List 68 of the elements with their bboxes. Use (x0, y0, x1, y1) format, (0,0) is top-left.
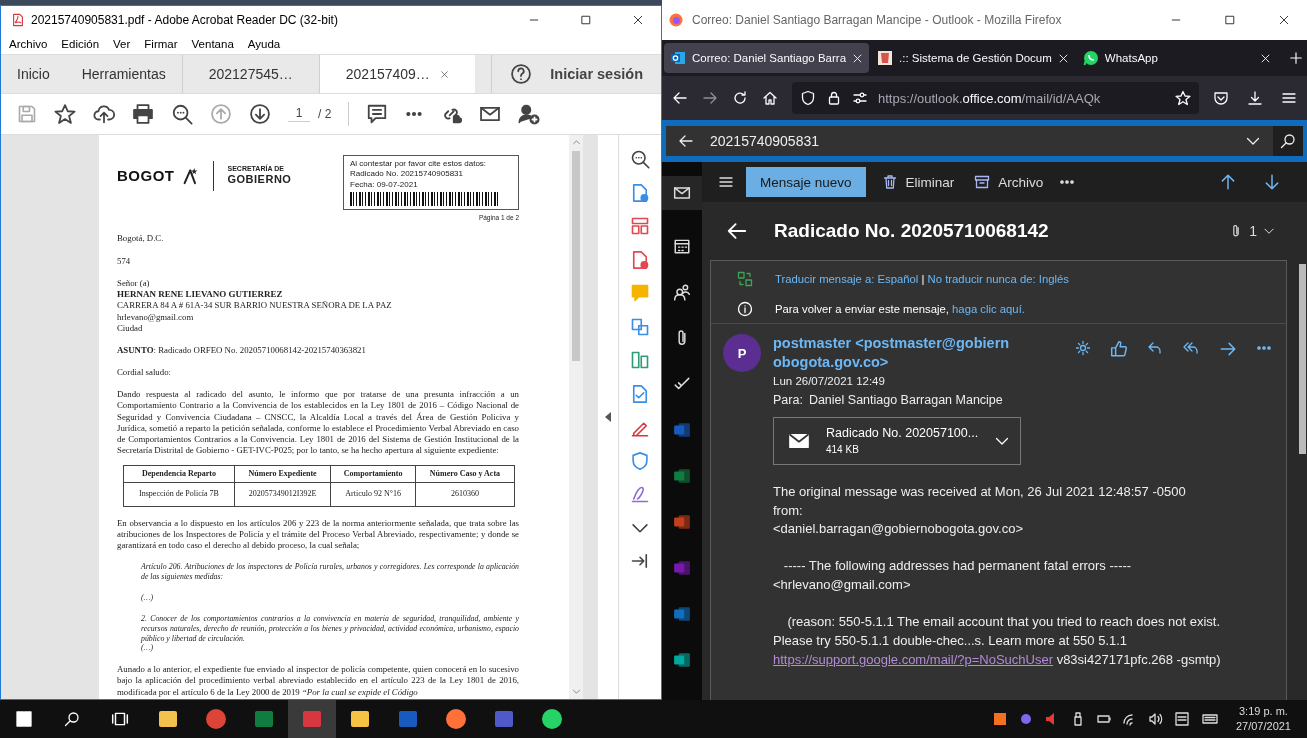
search-field[interactable]: 20215740905831 (666, 126, 1273, 156)
new-message-button[interactable]: Mensaje nuevo (746, 167, 866, 197)
stamp-line: Fecha: 09-07-2021 (350, 179, 419, 191)
paragraph: Señor (a) (117, 277, 151, 289)
attachments-button[interactable]: 1 (1229, 223, 1287, 239)
tab[interactable]: 202157409… (318, 55, 475, 93)
menu-item[interactable]: Edición (61, 38, 100, 50)
address-line: hrlevano@gmail.com (117, 311, 195, 323)
paragraph: ASUNTO: Radicado ORFEO No. 20205710068142-20215740363821 (117, 344, 367, 357)
table-header: Dependencia Reparto (123, 465, 235, 483)
message-subject: Radicado No. 20205710068142 (774, 220, 1050, 242)
delete-button[interactable]: Eliminar (877, 174, 959, 190)
resend-notice: Para volver a enviar este mensaje, haga clic aquí. (775, 303, 1025, 315)
menu-item[interactable]: Ver (113, 38, 131, 50)
stamp-line: Al contestar por favor cite estos datos: (350, 159, 488, 170)
window-title: Correo: Daniel Santiago Barragan Mancipe - Outlook - Mozilla Firefox (692, 13, 1063, 27)
table-header: Número Expediente (234, 465, 331, 483)
paragraph: Aunado a lo anterior, el expediente fue enviado al inspector de policía competente, quien conocerá en lo sucesivo bajo la aplicación del procedimiento verbal abreviado establecido en el artículo 223 de la Ley 1801 de 2016, modificada por el artículo 6 de la Ley 2000 de 2019 “Por la cual se expide el Código (117, 664, 519, 698)
clock[interactable]: 3:19 p. m. 27/07/2021 (1229, 704, 1297, 734)
logo-text: BOGOT (117, 166, 175, 186)
address-bar[interactable]: https://outlook.office.com/mail/id/AAQk (792, 82, 1199, 114)
paragraph: Dando respuesta al radicado del asunto, le informo que por tratarse de una presunta infracción a un Comportamiento Contrario a la Convivencia de los establecidos en la Ley 1801 de 2016 – Código Nacional de Seguridad y Convivencia Ciudadana – CNSCC, la Alcaldía Local a través del Área de Gestión Policiva y Jurídica, sometió a reparto la petición señalada, conforme lo establece el Procedimiento Verbal Abreviado en caso de Comportamientos Contrarios a la Convivencia. Ley 1801 de 2016 del Sistema de Gestión Institucional de la Secretaría Distrital de Gobierno - GET-IVC-P025; por lo tanto, se ha hecho apertura al siguiente expediente: (117, 389, 519, 457)
attachment-card[interactable]: Radicado No. 202057100... 414 KB (773, 416, 1021, 465)
browser-tab[interactable]: Correo: Daniel Santiago Barra (664, 43, 870, 73)
table-cell: 202057349012I392E (234, 482, 331, 507)
translate-link[interactable]: Traducir mensaje a: Español (775, 273, 919, 285)
message-date: Lun 26/07/2021 12:49 (773, 374, 886, 387)
table-cell: Articulo 92 N°16 (330, 482, 416, 507)
separator-text: | (921, 273, 925, 285)
no-translate-link[interactable]: No traducir nunca de: Inglés (927, 273, 1069, 285)
tab[interactable]: Inicio (1, 55, 66, 93)
message-text: The original message was received at Mon, 26 Jul 2021 12:48:57 -0500 from: <daniel.barragan@gobiernobogota.gov.co> (773, 482, 1187, 539)
menu-item[interactable]: Archivo (9, 38, 48, 50)
table-header: Número Caso y Acta (415, 465, 515, 483)
browser-tab[interactable]: .:: Sistema de Gestión Docum (871, 43, 1075, 73)
message-text: ----- The following addresses had permanent fatal errors ----- <hrlevano@gmail.com> (773, 557, 1133, 595)
archive-button[interactable]: Archivo (970, 174, 1048, 190)
to-label: Para: (773, 392, 803, 407)
menu-item[interactable]: Ventana (191, 38, 234, 50)
page-total: / 2 (318, 107, 332, 121)
paragraph: Cordial saludo: (117, 367, 172, 379)
recipient-name: Daniel Santiago Barragan Mancipe (808, 392, 1003, 407)
resend-link[interactable]: haga clic aquí. (952, 303, 1025, 315)
support-link[interactable]: https://support.google.com/mail/?p=NoSuchUser (773, 651, 1053, 667)
address-line: Ciudad (117, 322, 144, 334)
paragraph: En observancia a lo dispuesto en los artículos 206 y 223 de la norma anteriormente señalada, que trata sobre las atribuciones de los Inspectores de Policía y el trámite del Proceso Verbal Abreviado, respectivamente; y donde se garantizará en todo caso el derecho al debido proceso, la cual señala; (117, 517, 519, 552)
sender-avatar: P (723, 334, 761, 372)
attachment-size: 414 KB (826, 444, 860, 456)
address-line: CARRERA 84 A # 61A-34 SUR BARRIO NUESTRA SEÑORA DE LA PAZ (117, 300, 393, 312)
department-name: GOBIERNO (227, 173, 292, 188)
recipient-name: HERNAN RENE LIEVANO GUTIERREZ (117, 288, 284, 301)
browser-tab[interactable]: WhatsApp (1076, 43, 1277, 73)
tab[interactable]: 202127545… (181, 55, 319, 93)
sender-name[interactable]: postmaster <postmaster@gobiernobogota.gov.co> (773, 334, 1013, 372)
tab[interactable]: Herramientas (65, 55, 182, 93)
window-title: 20215740905831.pdf - Adobe Acrobat Reader DC (32-bit) (31, 13, 339, 27)
sign-in-link[interactable]: Iniciar sesión (550, 66, 643, 82)
menu-item[interactable]: Ayuda (247, 38, 281, 50)
attachment-name: Radicado No. 202057100... (826, 426, 980, 441)
page-number-field[interactable]: 1 (288, 106, 310, 122)
table-cell: 2610360 (415, 482, 515, 507)
menu-item[interactable]: Firmar (144, 38, 178, 50)
message-text: (reason: 550-5.1.1 The email account that you tried to reach does not exist. Please try 550-5.1.1 double-chec...s. Learn more at 550 5.1.1 https://support.google.com/mail/?p=NoSuchUser v83si427171pfc.268 -gsmtp) (773, 612, 1222, 669)
paragraph: 574 (117, 255, 132, 267)
table-cell: Inspección de Policía 7B (123, 482, 235, 507)
paragraph: Bogotá, D.C. (117, 233, 165, 245)
table-header: Comportamiento (330, 465, 416, 483)
stamp-line: Radicado No. 20215740905831 (350, 169, 464, 180)
